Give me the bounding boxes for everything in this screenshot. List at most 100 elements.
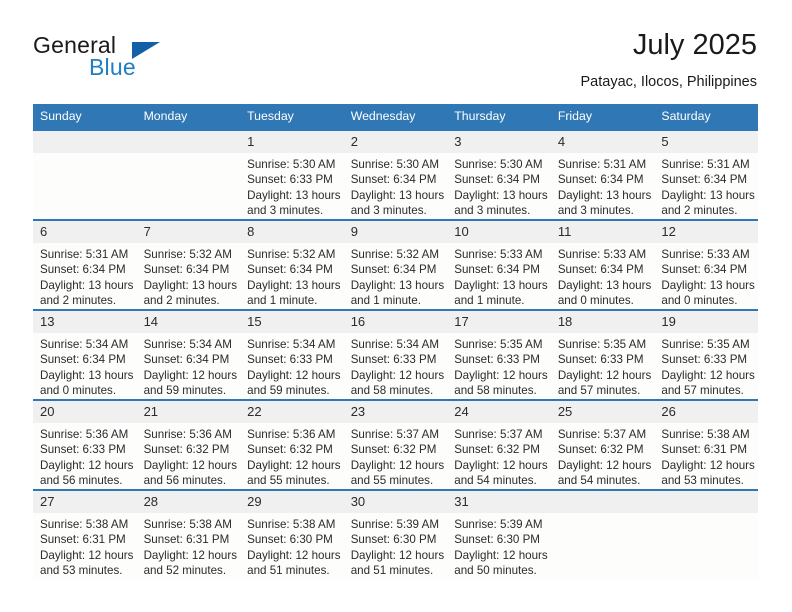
day-details: Sunrise: 5:31 AM Sunset: 6:34 PM Daylight:… (551, 153, 655, 218)
calendar-header-row: Sunday Monday Tuesday Wednesday Thursday… (33, 104, 758, 130)
day-details: Sunrise: 5:36 AM Sunset: 6:32 PM Daylight:… (240, 423, 344, 488)
day-number: 8 (240, 221, 344, 243)
weekday-header-saturday: Saturday (654, 104, 758, 130)
daylight-text-line2: and 51 minutes. (350, 563, 434, 577)
day-number (33, 131, 137, 153)
calendar-cell-day[interactable]: 25 Sunrise: 5:37 AM Sunset: 6:32 PM Dayligh… (550, 399, 655, 490)
calendar-cell-day[interactable]: 31 Sunrise: 5:39 AM Sunset: 6:30 PM Dayligh… (447, 489, 551, 579)
calendar-cell-day[interactable]: 3 Sunrise: 5:30 AM Sunset: 6:34 PM Daylight… (447, 129, 551, 220)
sunrise-text: Sunrise: 5:30 AM (454, 158, 543, 171)
calendar-cell-day[interactable]: 20 Sunrise: 5:36 AM Sunset: 6:33 PM Dayligh… (33, 399, 137, 490)
calendar-cell-day[interactable]: 12 Sunrise: 5:33 AM Sunset: 6:34 PM Dayligh… (654, 219, 758, 310)
daylight-text-line2: and 2 minutes. (661, 203, 738, 217)
calendar-cell-day[interactable]: 5 Sunrise: 5:31 AM Sunset: 6:34 PM Daylight… (654, 129, 758, 220)
daylight-text-line1: Daylight: 12 hours (40, 548, 134, 562)
day-number: 12 (654, 221, 758, 243)
calendar-cell-day[interactable]: 1 Sunrise: 5:30 AM Sunset: 6:33 PM Daylight… (240, 129, 344, 220)
day-number: 30 (343, 491, 448, 513)
calendar-cell-day[interactable]: 7 Sunrise: 5:32 AM Sunset: 6:34 PM Daylight… (136, 219, 241, 310)
day-details: Sunrise: 5:38 AM Sunset: 6:31 PM Daylight:… (33, 513, 137, 578)
calendar-cell-day[interactable]: 9 Sunrise: 5:32 AM Sunset: 6:34 PM Daylight… (343, 219, 448, 310)
calendar-cell-day[interactable]: 11 Sunrise: 5:33 AM Sunset: 6:34 PM Dayligh… (550, 219, 655, 310)
calendar-cell-day[interactable]: 27 Sunrise: 5:38 AM Sunset: 6:31 PM Dayligh… (33, 489, 137, 579)
day-details: Sunrise: 5:35 AM Sunset: 6:33 PM Daylight:… (654, 333, 758, 398)
calendar-cell-day[interactable]: 30 Sunrise: 5:39 AM Sunset: 6:30 PM Dayligh… (343, 489, 448, 579)
daylight-text-line2: and 1 minute. (247, 293, 318, 307)
day-details: Sunrise: 5:33 AM Sunset: 6:34 PM Daylight:… (551, 243, 655, 308)
day-number: 17 (447, 311, 551, 333)
calendar-cell-day[interactable]: 16 Sunrise: 5:34 AM Sunset: 6:33 PM Dayligh… (343, 309, 448, 400)
daylight-text-line2: and 59 minutes. (143, 383, 227, 397)
calendar-cell-empty (33, 129, 137, 220)
sunset-text: Sunset: 6:30 PM (350, 533, 437, 547)
calendar-cell-empty (136, 129, 241, 220)
day-number: 18 (550, 311, 655, 333)
daylight-text-line2: and 3 minutes. (454, 203, 531, 217)
calendar-cell-day[interactable]: 15 Sunrise: 5:34 AM Sunset: 6:33 PM Dayligh… (240, 309, 344, 400)
sunset-text: Sunset: 6:34 PM (350, 263, 437, 277)
daylight-text-line1: Daylight: 12 hours (557, 458, 652, 472)
calendar-cell-day[interactable]: 19 Sunrise: 5:35 AM Sunset: 6:33 PM Dayligh… (654, 309, 758, 400)
calendar-week-row: 1 Sunrise: 5:30 AM Sunset: 6:33 PM Daylight… (33, 129, 758, 220)
daylight-text-line1: Daylight: 13 hours (143, 278, 238, 292)
day-details: Sunrise: 5:34 AM Sunset: 6:33 PM Daylight:… (240, 333, 344, 398)
day-details: Sunrise: 5:39 AM Sunset: 6:30 PM Daylight:… (344, 513, 448, 578)
sunrise-text: Sunrise: 5:36 AM (143, 428, 232, 441)
calendar-cell-day[interactable]: 21 Sunrise: 5:36 AM Sunset: 6:32 PM Dayligh… (136, 399, 241, 490)
sunrise-text: Sunrise: 5:32 AM (143, 248, 232, 261)
daylight-text-line1: Daylight: 12 hours (247, 458, 341, 472)
day-details: Sunrise: 5:30 AM Sunset: 6:33 PM Daylight:… (240, 153, 344, 218)
daylight-text-line2: and 3 minutes. (350, 203, 427, 217)
daylight-text-line2: and 55 minutes. (350, 473, 434, 487)
day-number: 1 (240, 131, 344, 153)
calendar-cell-day[interactable]: 2 Sunrise: 5:30 AM Sunset: 6:34 PM Daylight… (343, 129, 448, 220)
day-number: 5 (654, 131, 758, 153)
calendar-cell-day[interactable]: 17 Sunrise: 5:35 AM Sunset: 6:33 PM Dayligh… (447, 309, 551, 400)
daylight-text-line1: Daylight: 12 hours (454, 458, 548, 472)
sunset-text: Sunset: 6:34 PM (40, 263, 126, 277)
day-details: Sunrise: 5:36 AM Sunset: 6:33 PM Daylight:… (33, 423, 137, 488)
daylight-text-line2: and 52 minutes. (143, 563, 227, 577)
day-number: 27 (33, 491, 137, 513)
day-details: Sunrise: 5:36 AM Sunset: 6:32 PM Daylight:… (137, 423, 241, 488)
calendar-cell-day[interactable]: 18 Sunrise: 5:35 AM Sunset: 6:33 PM Dayligh… (550, 309, 655, 400)
daylight-text-line1: Daylight: 13 hours (454, 278, 548, 292)
sunrise-text: Sunrise: 5:39 AM (454, 518, 543, 531)
day-details: Sunrise: 5:32 AM Sunset: 6:34 PM Daylight:… (344, 243, 448, 308)
calendar-cell-day[interactable]: 24 Sunrise: 5:37 AM Sunset: 6:32 PM Dayligh… (447, 399, 551, 490)
sunrise-text: Sunrise: 5:38 AM (247, 518, 336, 531)
calendar-cell-day[interactable]: 22 Sunrise: 5:36 AM Sunset: 6:32 PM Dayligh… (240, 399, 344, 490)
day-details: Sunrise: 5:37 AM Sunset: 6:32 PM Daylight:… (447, 423, 551, 488)
daylight-text-line2: and 0 minutes. (557, 293, 634, 307)
sunset-text: Sunset: 6:34 PM (40, 353, 126, 367)
sunrise-text: Sunrise: 5:35 AM (454, 338, 543, 351)
calendar-cell-day[interactable]: 10 Sunrise: 5:33 AM Sunset: 6:34 PM Dayligh… (447, 219, 551, 310)
calendar-cell-day[interactable]: 23 Sunrise: 5:37 AM Sunset: 6:32 PM Dayligh… (343, 399, 448, 490)
brand-logo[interactable]: General Blue (33, 32, 273, 88)
day-number: 11 (550, 221, 655, 243)
calendar-cell-day[interactable]: 4 Sunrise: 5:31 AM Sunset: 6:34 PM Daylight… (550, 129, 655, 220)
sunrise-text: Sunrise: 5:35 AM (661, 338, 750, 351)
daylight-text-line1: Daylight: 13 hours (350, 188, 445, 202)
calendar-cell-day[interactable]: 13 Sunrise: 5:34 AM Sunset: 6:34 PM Dayligh… (33, 309, 137, 400)
calendar-week-row: 13 Sunrise: 5:34 AM Sunset: 6:34 PM Dayligh… (33, 309, 758, 400)
calendar-cell-day[interactable]: 28 Sunrise: 5:38 AM Sunset: 6:31 PM Dayligh… (136, 489, 241, 579)
sunrise-text: Sunrise: 5:32 AM (247, 248, 336, 261)
day-number: 9 (343, 221, 448, 243)
daylight-text-line2: and 3 minutes. (247, 203, 324, 217)
weekday-header-tuesday: Tuesday (240, 104, 344, 130)
day-number: 19 (654, 311, 758, 333)
calendar-cell-day[interactable]: 6 Sunrise: 5:31 AM Sunset: 6:34 PM Daylight… (33, 219, 137, 310)
calendar-cell-day[interactable]: 29 Sunrise: 5:38 AM Sunset: 6:30 PM Dayligh… (240, 489, 344, 579)
day-details: Sunrise: 5:32 AM Sunset: 6:34 PM Daylight:… (240, 243, 344, 308)
day-number: 13 (33, 311, 137, 333)
daylight-text-line1: Daylight: 13 hours (661, 278, 755, 292)
sunrise-text: Sunrise: 5:37 AM (350, 428, 439, 441)
calendar-cell-day[interactable]: 8 Sunrise: 5:32 AM Sunset: 6:34 PM Daylight… (240, 219, 344, 310)
calendar-cell-day[interactable]: 14 Sunrise: 5:34 AM Sunset: 6:34 PM Dayligh… (136, 309, 241, 400)
calendar-cell-day[interactable]: 26 Sunrise: 5:38 AM Sunset: 6:31 PM Dayligh… (654, 399, 758, 490)
day-number (654, 491, 758, 513)
sunset-text: Sunset: 6:34 PM (143, 263, 230, 277)
weekday-header-friday: Friday (550, 104, 655, 130)
day-details: Sunrise: 5:31 AM Sunset: 6:34 PM Daylight:… (33, 243, 137, 308)
